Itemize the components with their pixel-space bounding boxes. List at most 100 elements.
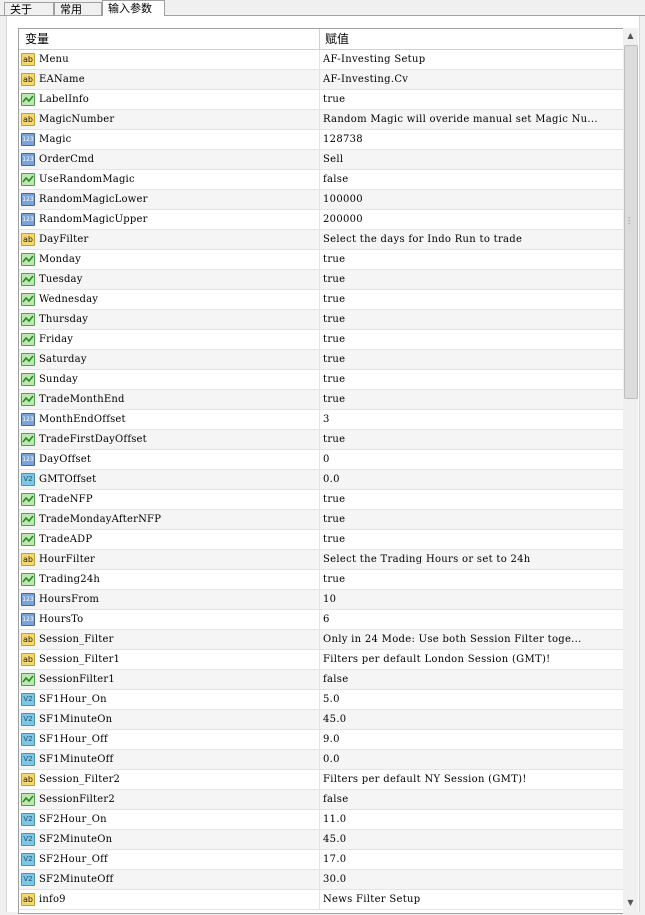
parameter-name: GMTOffset [39, 474, 97, 485]
table-row[interactable]: UseRandomMagic false [19, 170, 623, 190]
boolean-type-icon [21, 353, 35, 366]
table-row[interactable]: V2 SF2MinuteOff 30.0 [19, 870, 623, 890]
table-row[interactable]: V2 SF2MinuteOn 45.0 [19, 830, 623, 850]
parameter-value[interactable]: true [323, 390, 619, 409]
parameter-value[interactable]: 17.0 [323, 850, 619, 869]
table-row[interactable]: V2 GMTOffset 0.0 [19, 470, 623, 490]
scrollbar-thumb[interactable]: --- [624, 45, 638, 399]
table-row[interactable]: V2 SF2Hour_On 11.0 [19, 810, 623, 830]
parameter-value[interactable]: 0 [323, 450, 619, 469]
table-row[interactable]: V2 SF1Hour_Off 9.0 [19, 730, 623, 750]
tab-common[interactable]: 常用 [54, 2, 102, 16]
table-row[interactable]: Trading24h true [19, 570, 623, 590]
parameter-value[interactable]: false [323, 170, 619, 189]
table-row[interactable]: ab DayFilter Select the days for Indo Run… [19, 230, 623, 250]
table-row[interactable]: 123 RandomMagicLower 100000 [19, 190, 623, 210]
table-row[interactable]: 123 HoursTo 6 [19, 610, 623, 630]
table-row[interactable]: 123 MonthEndOffset 3 [19, 410, 623, 430]
parameter-value[interactable]: true [323, 370, 619, 389]
table-row[interactable]: Thursday true [19, 310, 623, 330]
parameter-value[interactable]: 6 [323, 610, 619, 629]
parameter-value[interactable]: Select the days for Indo Run to trade [323, 230, 619, 249]
table-row[interactable]: Saturday true [19, 350, 623, 370]
table-row[interactable]: 123 Magic 128738 [19, 130, 623, 150]
table-row[interactable]: V2 SF2Hour_Off 17.0 [19, 850, 623, 870]
parameter-value[interactable]: Filters per default London Session (GMT)… [323, 650, 619, 669]
table-row[interactable]: TradeMonthEnd true [19, 390, 623, 410]
parameter-value[interactable]: Sell [323, 150, 619, 169]
table-row[interactable]: Wednesday true [19, 290, 623, 310]
tab-about[interactable]: 关于 [4, 2, 54, 16]
parameter-value[interactable]: 30.0 [323, 870, 619, 889]
parameter-value[interactable]: true [323, 430, 619, 449]
parameter-value[interactable]: Only in 24 Mode: Use both Session Filter… [323, 630, 619, 649]
parameter-value[interactable]: true [323, 250, 619, 269]
scroll-up-arrow-icon[interactable]: ▲ [623, 28, 638, 43]
parameter-value[interactable]: true [323, 330, 619, 349]
table-row[interactable]: V2 SF1MinuteOff 0.0 [19, 750, 623, 770]
parameter-value[interactable]: true [323, 490, 619, 509]
parameter-value[interactable]: 100000 [323, 190, 619, 209]
parameter-value[interactable]: Random Magic will overide manual set Mag… [323, 110, 619, 129]
parameter-value[interactable]: 45.0 [323, 830, 619, 849]
parameter-value[interactable]: 200000 [323, 210, 619, 229]
table-row[interactable]: SessionFilter1 false [19, 670, 623, 690]
tab-input-parameters[interactable]: 输入参数 [102, 0, 165, 16]
table-row[interactable]: ab Menu AF-Investing Setup [19, 50, 623, 70]
parameter-value[interactable]: true [323, 270, 619, 289]
table-row[interactable]: ab info9 News Filter Setup [19, 890, 623, 910]
parameter-value[interactable]: AF-Investing.Cv [323, 70, 619, 89]
table-row[interactable]: SessionFilter2 false [19, 790, 623, 810]
parameter-value[interactable]: true [323, 310, 619, 329]
parameter-value[interactable]: 11.0 [323, 810, 619, 829]
vertical-scrollbar[interactable]: ▲ --- ▼ [623, 28, 638, 912]
table-row[interactable]: Tuesday true [19, 270, 623, 290]
table-row[interactable]: V2 SF1Hour_On 5.0 [19, 690, 623, 710]
cell-separator [319, 750, 320, 769]
parameter-value[interactable]: News Filter Setup [323, 890, 619, 909]
parameter-value[interactable]: false [323, 790, 619, 809]
scroll-down-arrow-icon[interactable]: ▼ [623, 895, 638, 910]
table-row[interactable]: ab EAName AF-Investing.Cv [19, 70, 623, 90]
table-row[interactable]: ab MagicNumber Random Magic will overide … [19, 110, 623, 130]
parameter-value[interactable]: 10 [323, 590, 619, 609]
table-row[interactable]: ab Session_Filter2 Filters per default NY… [19, 770, 623, 790]
table-row[interactable]: TradeMondayAfterNFP true [19, 510, 623, 530]
column-header-variable[interactable]: 变量 [25, 29, 49, 49]
column-header-value[interactable]: 赋值 [325, 29, 349, 49]
column-separator[interactable] [319, 29, 320, 49]
table-row[interactable]: 123 DayOffset 0 [19, 450, 623, 470]
table-row[interactable]: 123 HoursFrom 10 [19, 590, 623, 610]
table-row[interactable]: TradeADP true [19, 530, 623, 550]
table-row[interactable]: TradeFirstDayOffset true [19, 430, 623, 450]
parameter-value[interactable]: true [323, 90, 619, 109]
table-row[interactable]: ab Session_Filter Only in 24 Mode: Use bo… [19, 630, 623, 650]
table-row[interactable]: Friday true [19, 330, 623, 350]
table-row[interactable]: LabelInfo true [19, 90, 623, 110]
parameter-value[interactable]: false [323, 670, 619, 689]
parameter-value[interactable]: 3 [323, 410, 619, 429]
cell-separator [319, 610, 320, 629]
parameter-value[interactable]: 9.0 [323, 730, 619, 749]
table-row[interactable]: 123 RandomMagicUpper 200000 [19, 210, 623, 230]
parameter-value[interactable]: Select the Trading Hours or set to 24h [323, 550, 619, 569]
table-row[interactable]: 123 OrderCmd Sell [19, 150, 623, 170]
parameter-value[interactable]: true [323, 510, 619, 529]
parameter-value[interactable]: 0.0 [323, 750, 619, 769]
table-row[interactable]: V2 SF1MinuteOn 45.0 [19, 710, 623, 730]
parameter-value[interactable]: 0.0 [323, 470, 619, 489]
parameter-value[interactable]: AF-Investing Setup [323, 50, 619, 69]
parameter-value[interactable]: 45.0 [323, 710, 619, 729]
table-row[interactable]: TradeNFP true [19, 490, 623, 510]
table-row[interactable]: ab HourFilter Select the Trading Hours or… [19, 550, 623, 570]
parameter-value[interactable]: true [323, 530, 619, 549]
parameter-value[interactable]: true [323, 290, 619, 309]
parameter-value[interactable]: true [323, 350, 619, 369]
parameter-value[interactable]: true [323, 570, 619, 589]
parameter-value[interactable]: 128738 [323, 130, 619, 149]
table-row[interactable]: ab Session_Filter1 Filters per default Lo… [19, 650, 623, 670]
parameter-value[interactable]: Filters per default NY Session (GMT)! [323, 770, 619, 789]
table-row[interactable]: Monday true [19, 250, 623, 270]
table-row[interactable]: Sunday true [19, 370, 623, 390]
parameter-value[interactable]: 5.0 [323, 690, 619, 709]
